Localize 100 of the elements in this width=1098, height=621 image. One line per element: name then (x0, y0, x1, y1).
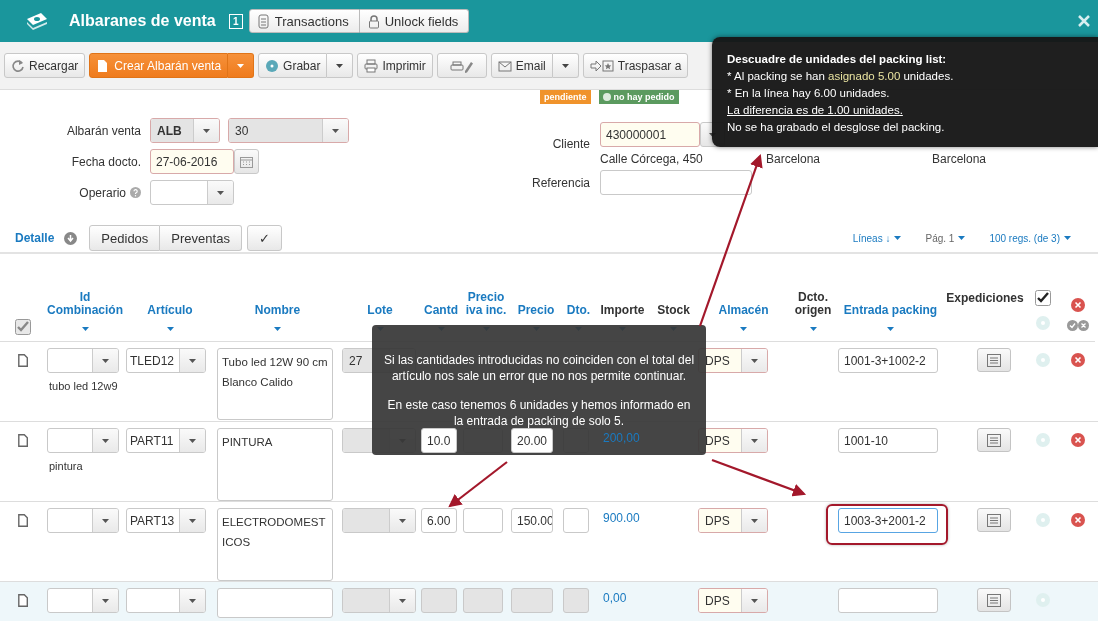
number-dropdown[interactable]: 30 (228, 118, 349, 143)
document-icon[interactable] (17, 434, 28, 447)
column-header[interactable]: Id Combinación (45, 291, 125, 317)
shipments-button[interactable] (977, 348, 1011, 372)
confirm-button[interactable]: ✓ (246, 225, 282, 251)
tab-button[interactable]: Pedidos (89, 225, 161, 251)
warehouse-dropdown[interactable]: DPS (698, 588, 768, 613)
tooltip-text: * En la línea hay 6.00 unidades. (727, 86, 891, 101)
toolbar-button[interactable]: Grabar (258, 53, 328, 78)
column-header[interactable]: Entrada packing (843, 304, 938, 317)
warehouse-dropdown[interactable]: DPS (698, 508, 768, 533)
packing-field[interactable]: 1001-10 (838, 428, 938, 453)
article-dropdown[interactable]: PART13 (126, 508, 206, 533)
column-header[interactable]: Expediciones (946, 292, 1024, 305)
combination-dropdown[interactable] (47, 588, 119, 613)
page-dropdown[interactable]: Pág. 1 (925, 232, 966, 244)
tab-button[interactable]: Preventas (160, 225, 242, 251)
help-icon[interactable] (130, 187, 141, 198)
column-header[interactable]: Importe (600, 304, 645, 317)
combination-dropdown[interactable] (47, 348, 119, 373)
section-title: Detalle (15, 231, 55, 245)
delete-icon[interactable] (1070, 513, 1085, 527)
packing-field[interactable]: 1003-3+2001-2 (838, 508, 938, 533)
dropdown-toggle[interactable] (228, 53, 255, 78)
column-header[interactable]: Almacén (718, 304, 769, 317)
series-dropdown[interactable]: ALB (150, 118, 220, 143)
document-icon[interactable] (17, 354, 28, 367)
download-icon[interactable] (64, 231, 78, 245)
column-header[interactable]: Stock (657, 304, 690, 317)
price-field[interactable]: 20.00 (511, 428, 553, 453)
arrow-star-icon (589, 58, 614, 73)
article-dropdown[interactable]: PART11 (126, 428, 206, 453)
caret-icon (561, 63, 569, 68)
close-icon[interactable] (1078, 15, 1090, 27)
amount-text: 900.00 (602, 510, 640, 525)
packing-field[interactable]: 1001-3+1002-2 (838, 348, 938, 373)
reference-field[interactable] (600, 170, 752, 195)
calendar-button[interactable] (234, 149, 259, 174)
price-field[interactable] (511, 588, 553, 613)
print-edit-button[interactable] (436, 53, 487, 78)
delete-icon[interactable] (1070, 298, 1085, 312)
toolbar-button[interactable]: Imprimir (357, 53, 433, 78)
printer-pen-icon (449, 58, 474, 73)
column-header[interactable]: Artículo (147, 304, 193, 317)
delete-icon[interactable] (1070, 353, 1085, 367)
caret-icon (189, 598, 196, 603)
quantity-field[interactable] (421, 588, 457, 613)
field-label: Albarán venta (65, 123, 142, 138)
column-header[interactable]: Cantd (424, 304, 458, 317)
price-incl-vat-field[interactable] (463, 508, 503, 533)
column-header[interactable]: Precio iva inc. (462, 291, 510, 317)
document-icon[interactable] (17, 594, 28, 607)
customer-field[interactable]: 430000001 (600, 122, 700, 147)
discount-field[interactable] (563, 508, 589, 533)
operator-dropdown[interactable] (150, 180, 234, 205)
tooltip-text: * Al packing se han asignado 5.00 unidades. (727, 69, 955, 84)
name-field[interactable]: ELECTRODOMESTICOS (217, 508, 333, 581)
toolbar-button[interactable]: Traspasar a (582, 53, 689, 78)
column-header[interactable]: Dto. (566, 304, 591, 317)
document-icon[interactable] (17, 514, 28, 527)
column-header[interactable]: Nombre (254, 304, 301, 317)
checkbox[interactable] (14, 319, 31, 335)
tooltip-text: En este caso tenemos 6 unidades y hemos informado en la entrada de packing de solo 5. (386, 397, 692, 429)
check-clear-icon[interactable] (1066, 320, 1089, 331)
caret-icon (189, 358, 196, 363)
sort-dropdown[interactable]: Líneas ↓ (852, 232, 902, 244)
shipments-button[interactable] (977, 428, 1011, 452)
dropdown-toggle[interactable] (327, 53, 354, 78)
combination-dropdown[interactable] (47, 428, 119, 453)
list-icon (987, 593, 1001, 607)
toolbar-button[interactable]: Recargar (4, 53, 86, 78)
list-icon (987, 353, 1001, 367)
name-field[interactable]: Tubo led 12W 90 cm Blanco Calido (217, 348, 333, 420)
toolbar-button[interactable]: Email (490, 53, 553, 78)
article-dropdown[interactable] (126, 588, 206, 613)
header-button[interactable]: Unlock fields (359, 9, 470, 33)
tooltip-text: Descuadre de unidades del packing list: (727, 52, 948, 67)
date-field[interactable]: 27-06-2016 (150, 149, 234, 174)
discount-field[interactable] (563, 588, 589, 613)
dropdown-toggle[interactable] (552, 53, 579, 78)
checkbox[interactable] (1034, 290, 1051, 306)
quantity-field[interactable]: 10.0 (421, 428, 457, 453)
lot-dropdown[interactable] (342, 508, 416, 533)
page-size-dropdown[interactable]: 100 regs. (de 3) (989, 232, 1071, 244)
name-field[interactable]: PINTURA (217, 428, 333, 501)
column-header[interactable]: Precio (517, 304, 555, 317)
price-incl-vat-field[interactable] (463, 588, 503, 613)
delete-icon[interactable] (1070, 433, 1085, 447)
packing-field[interactable] (838, 588, 938, 613)
shipments-button[interactable] (977, 588, 1011, 612)
combination-dropdown[interactable] (47, 508, 119, 533)
header-button[interactable]: Transactions (248, 9, 360, 33)
article-dropdown[interactable]: TLED12 (126, 348, 206, 373)
caret-icon (189, 438, 196, 443)
lot-dropdown[interactable] (342, 588, 416, 613)
name-field[interactable] (217, 588, 333, 618)
shipments-button[interactable] (977, 508, 1011, 532)
quantity-field[interactable]: 6.00 (421, 508, 457, 533)
column-header[interactable]: Dcto. origen (790, 291, 836, 317)
column-header[interactable]: Lote (367, 304, 393, 317)
